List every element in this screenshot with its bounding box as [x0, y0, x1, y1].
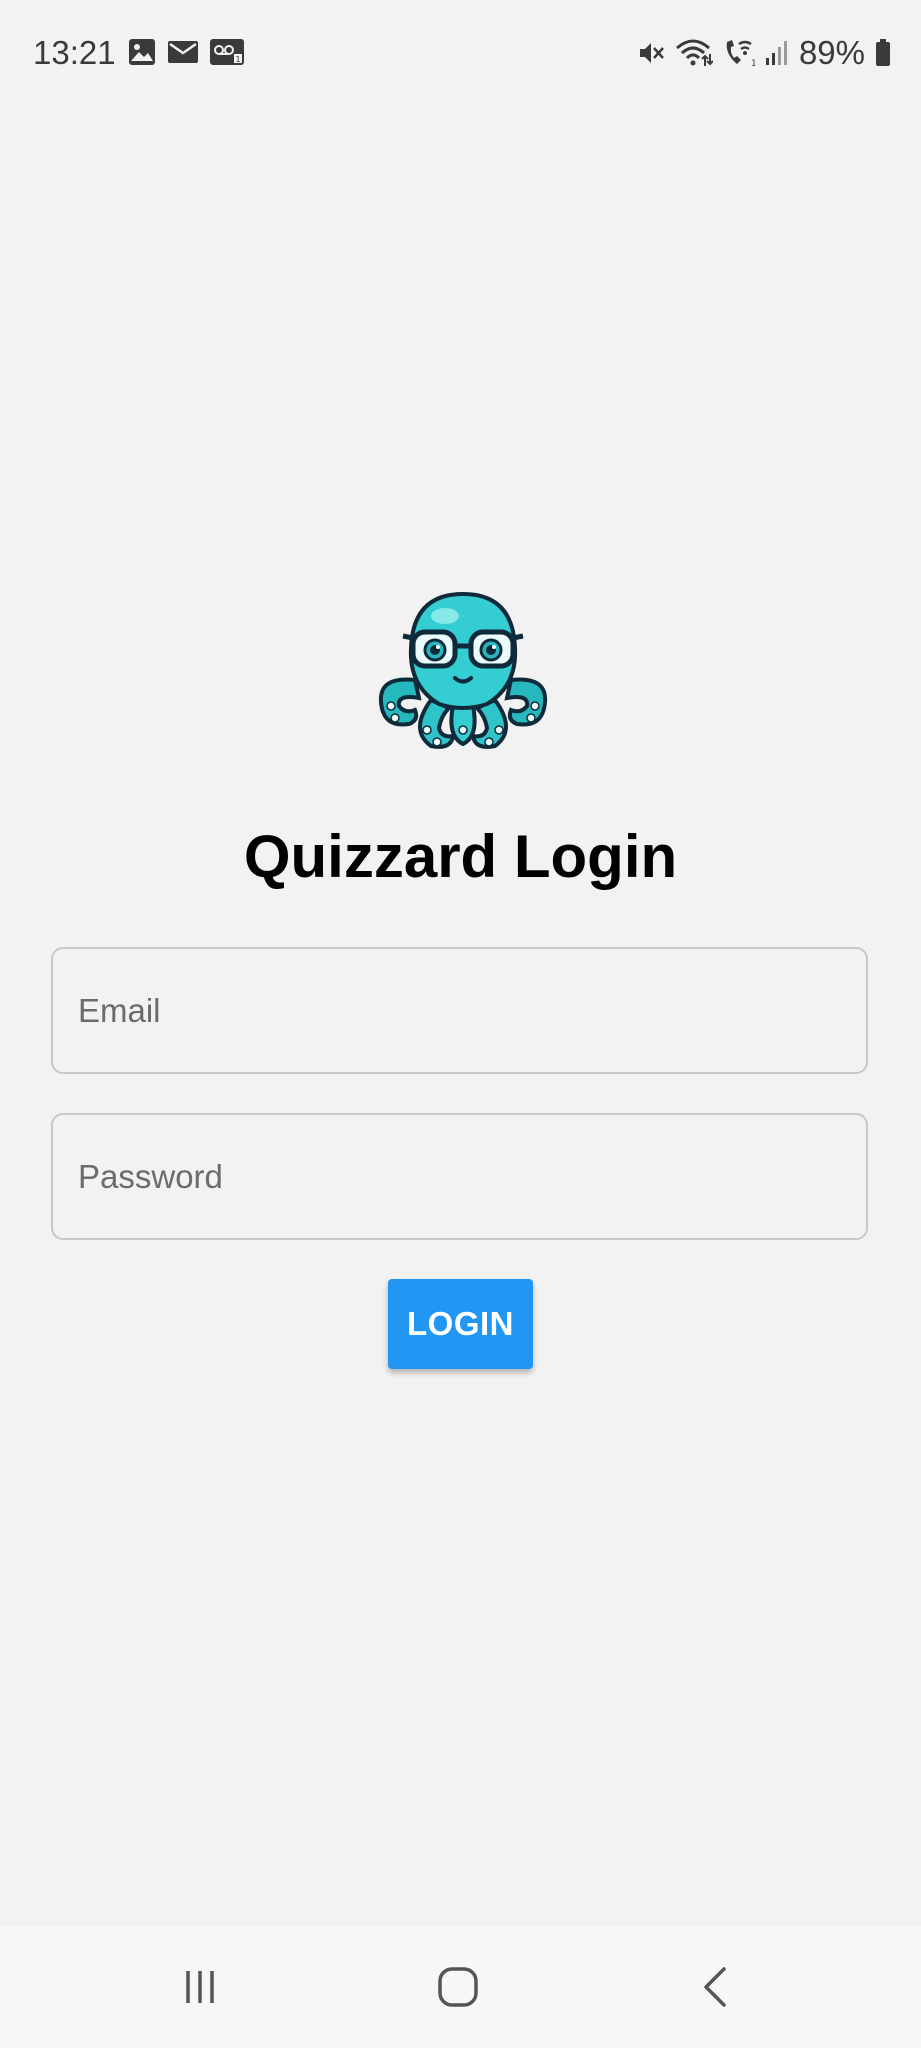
password-field[interactable] — [51, 1113, 868, 1240]
home-icon — [438, 1967, 478, 2007]
login-button[interactable]: LOGIN — [388, 1279, 533, 1369]
recent-apps-icon — [186, 1971, 214, 2003]
svg-text:1: 1 — [235, 55, 240, 64]
home-button[interactable] — [398, 1926, 518, 2048]
wifi-calling-icon: 1 — [726, 40, 755, 68]
back-button[interactable] — [655, 1926, 775, 2048]
mute-icon — [639, 43, 664, 63]
status-bar: 13:21 1 1 89% — [0, 0, 921, 104]
octopus-logo — [378, 591, 548, 749]
battery-icon — [876, 39, 890, 66]
voicemail-icon: 1 — [210, 39, 244, 65]
page-title: Quizzard Login — [243, 823, 678, 890]
recent-apps-button[interactable] — [140, 1926, 260, 2048]
signal-icon — [765, 41, 787, 65]
svg-text:1: 1 — [751, 59, 755, 68]
email-field[interactable] — [51, 947, 868, 1074]
mail-icon — [168, 41, 198, 63]
wifi-icon — [675, 39, 713, 66]
gallery-icon — [129, 39, 155, 65]
battery-percent: 89% — [798, 34, 865, 71]
system-status-icons: 1 89% — [637, 33, 891, 73]
notification-icons: 1 — [128, 38, 244, 66]
back-icon — [704, 1967, 726, 2007]
status-time: 13:21 — [33, 34, 116, 71]
navigation-bar — [0, 1926, 921, 2048]
